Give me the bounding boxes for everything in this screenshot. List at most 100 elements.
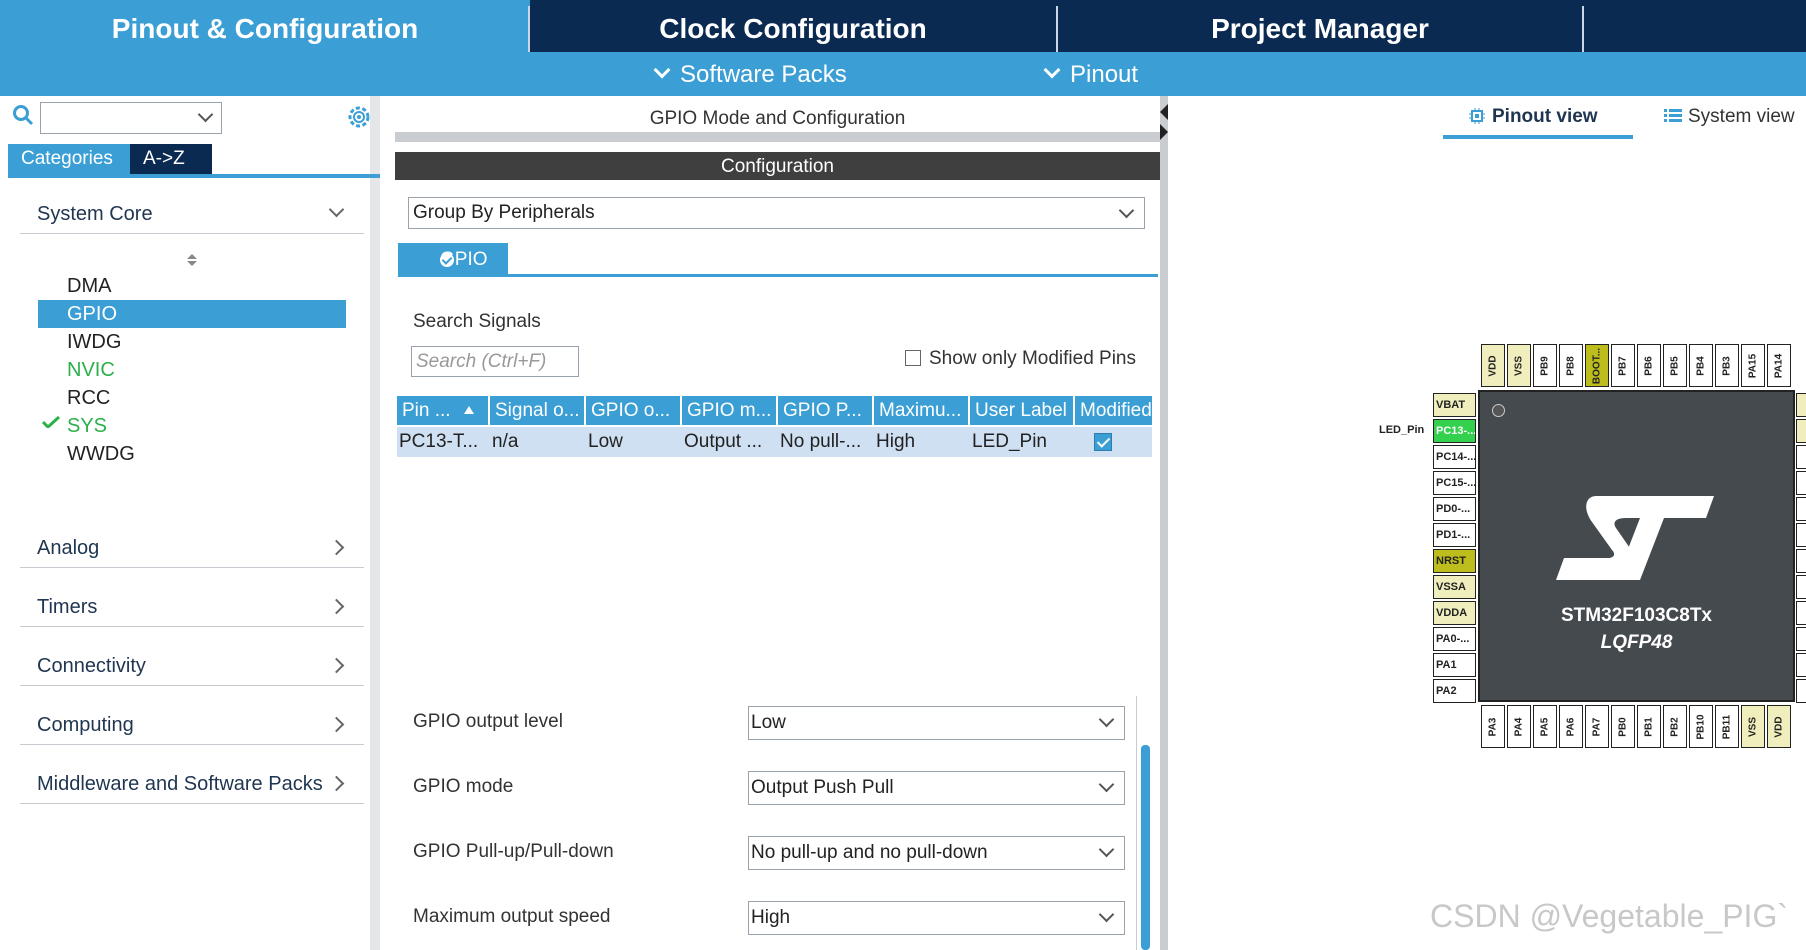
gear-icon[interactable] [346,104,372,130]
system-core-item-iwdg[interactable]: IWDG [38,328,346,356]
pin-right[interactable] [1796,523,1806,547]
category-middleware[interactable]: Middleware and Software Packs [20,764,364,804]
tab-a-z[interactable]: A->Z [130,144,212,174]
system-core-item-dma[interactable]: DMA [38,272,346,300]
pin-bottom[interactable]: PB1 [1637,705,1661,748]
pin-left[interactable]: PC15-... [1433,471,1476,495]
pin-top[interactable]: PB3 [1715,344,1739,387]
pin-right[interactable] [1796,601,1806,625]
pin-bottom[interactable]: PB11 [1715,705,1739,748]
column-header-user-label[interactable]: User Label [970,396,1075,425]
pin-bottom[interactable]: VSS [1741,705,1765,748]
search-icon[interactable] [12,104,34,126]
pin-right[interactable] [1796,627,1806,651]
gpio-output-level-select[interactable]: Low [748,706,1125,740]
pin-top[interactable]: BOOT... [1585,344,1609,387]
pin-bottom[interactable]: PB0 [1611,705,1635,748]
software-packs-menu[interactable]: Software Packs [650,52,847,96]
column-header-pin[interactable]: Pin ... [397,396,490,425]
pin-left[interactable]: PA1 [1433,653,1476,677]
pin-right[interactable] [1796,497,1806,521]
tab-clock-configuration[interactable]: Clock Configuration [530,0,1056,52]
pin-top[interactable]: PB5 [1663,344,1687,387]
system-core-item-wwdg[interactable]: WWDG [38,440,346,468]
pin-bottom[interactable]: PA7 [1585,705,1609,748]
pin-left[interactable]: PA0-... [1433,627,1476,651]
category-system-core[interactable]: System Core [20,194,364,234]
pin-bottom[interactable]: VDD [1767,705,1791,748]
column-header-modified[interactable]: Modified [1075,396,1152,425]
pin-left[interactable]: NRST [1433,549,1476,573]
tab-system-view[interactable]: System view [1664,106,1795,128]
pin-left[interactable]: VSSA [1433,575,1476,599]
system-core-item-sys[interactable]: SYS [38,412,346,440]
pin-right[interactable] [1796,549,1806,573]
pin-bottom[interactable]: PA6 [1559,705,1583,748]
modified-checkbox[interactable] [1094,433,1112,451]
max-output-speed-select[interactable]: High [748,901,1125,935]
checkbox[interactable] [905,350,921,366]
pin-top[interactable]: PB8 [1559,344,1583,387]
gpio-mode-select[interactable]: Output Push Pull [748,771,1125,805]
pin-right[interactable] [1796,445,1806,469]
system-core-item-rcc[interactable]: RCC [38,384,346,412]
category-analog[interactable]: Analog [20,528,364,568]
column-header-max-speed[interactable]: Maximu... [874,396,970,425]
pin-bottom[interactable]: PA3 [1481,705,1505,748]
chevron-down-icon[interactable] [197,106,214,123]
category-computing[interactable]: Computing [20,705,364,745]
pin-top[interactable]: PA14 [1767,344,1791,387]
category-timers[interactable]: Timers [20,587,364,627]
pin-left-pc13[interactable]: PC13-... [1433,419,1476,443]
pin-bottom[interactable]: PA5 [1533,705,1557,748]
pin-right[interactable] [1796,575,1806,599]
category-connectivity[interactable]: Connectivity [20,646,364,686]
column-header-gpio-output[interactable]: GPIO o... [586,396,682,425]
pin-left[interactable]: PD1-... [1433,523,1476,547]
system-core-item-gpio[interactable]: GPIO [38,300,346,328]
pin-right[interactable] [1796,393,1806,417]
column-header-gpio-pull[interactable]: GPIO P... [778,396,874,425]
pin-left[interactable]: PD0-... [1433,497,1476,521]
pinout-menu[interactable]: Pinout [1040,52,1138,96]
gpio-pull-select[interactable]: No pull-up and no pull-down [748,836,1125,870]
pin-left[interactable]: PA2 [1433,679,1476,703]
sort-icon[interactable] [186,253,198,267]
pin-top[interactable]: VDD [1481,344,1505,387]
pin-top[interactable]: VSS [1507,344,1531,387]
signal-search-input[interactable]: Search (Ctrl+F) [411,346,579,377]
group-by-select[interactable]: Group By Peripherals [408,197,1145,229]
pin-right[interactable] [1796,471,1806,495]
collapse-left-icon[interactable] [1160,104,1168,120]
system-core-item-nvic[interactable]: NVIC [38,356,346,384]
main-tabs: Pinout & Configuration Clock Configurati… [0,0,1806,52]
pin-top[interactable]: PB9 [1533,344,1557,387]
pin-bottom[interactable]: PA4 [1507,705,1531,748]
pin-top[interactable]: PB7 [1611,344,1635,387]
pin-right[interactable] [1796,679,1806,703]
pin-top[interactable]: PA15 [1741,344,1765,387]
tab-project-manager[interactable]: Project Manager [1058,0,1582,52]
pin-right[interactable] [1796,653,1806,677]
show-modified-checkbox[interactable]: Show only Modified Pins [905,346,1136,372]
pin-left[interactable]: PC14-... [1433,445,1476,469]
select-value: No pull-up and no pull-down [751,842,988,863]
column-header-signal[interactable]: Signal o... [490,396,586,425]
expand-right-icon[interactable] [1160,124,1168,140]
tab-categories[interactable]: Categories [8,144,130,174]
pin-bottom[interactable]: PB10 [1689,705,1713,748]
pin-top[interactable]: PB4 [1689,344,1713,387]
pin-top[interactable]: PB6 [1637,344,1661,387]
pin-right[interactable] [1796,419,1806,443]
column-header-gpio-mode[interactable]: GPIO m... [682,396,778,425]
pin-bottom[interactable]: PB2 [1663,705,1687,748]
panel-splitter[interactable] [1160,96,1168,950]
scrollbar-thumb[interactable] [1141,745,1150,950]
table-row[interactable]: PC13-T... n/a Low Output ... No pull-...… [397,427,1152,457]
pin-left[interactable]: VBAT [1433,393,1476,417]
tab-pinout-view[interactable]: Pinout view [1468,106,1598,128]
pin-left[interactable]: VDDA [1433,601,1476,625]
tab-gpio[interactable]: GPIO [398,243,508,277]
tab-pinout-configuration[interactable]: Pinout & Configuration [0,0,530,52]
category-search-input[interactable] [40,102,222,134]
